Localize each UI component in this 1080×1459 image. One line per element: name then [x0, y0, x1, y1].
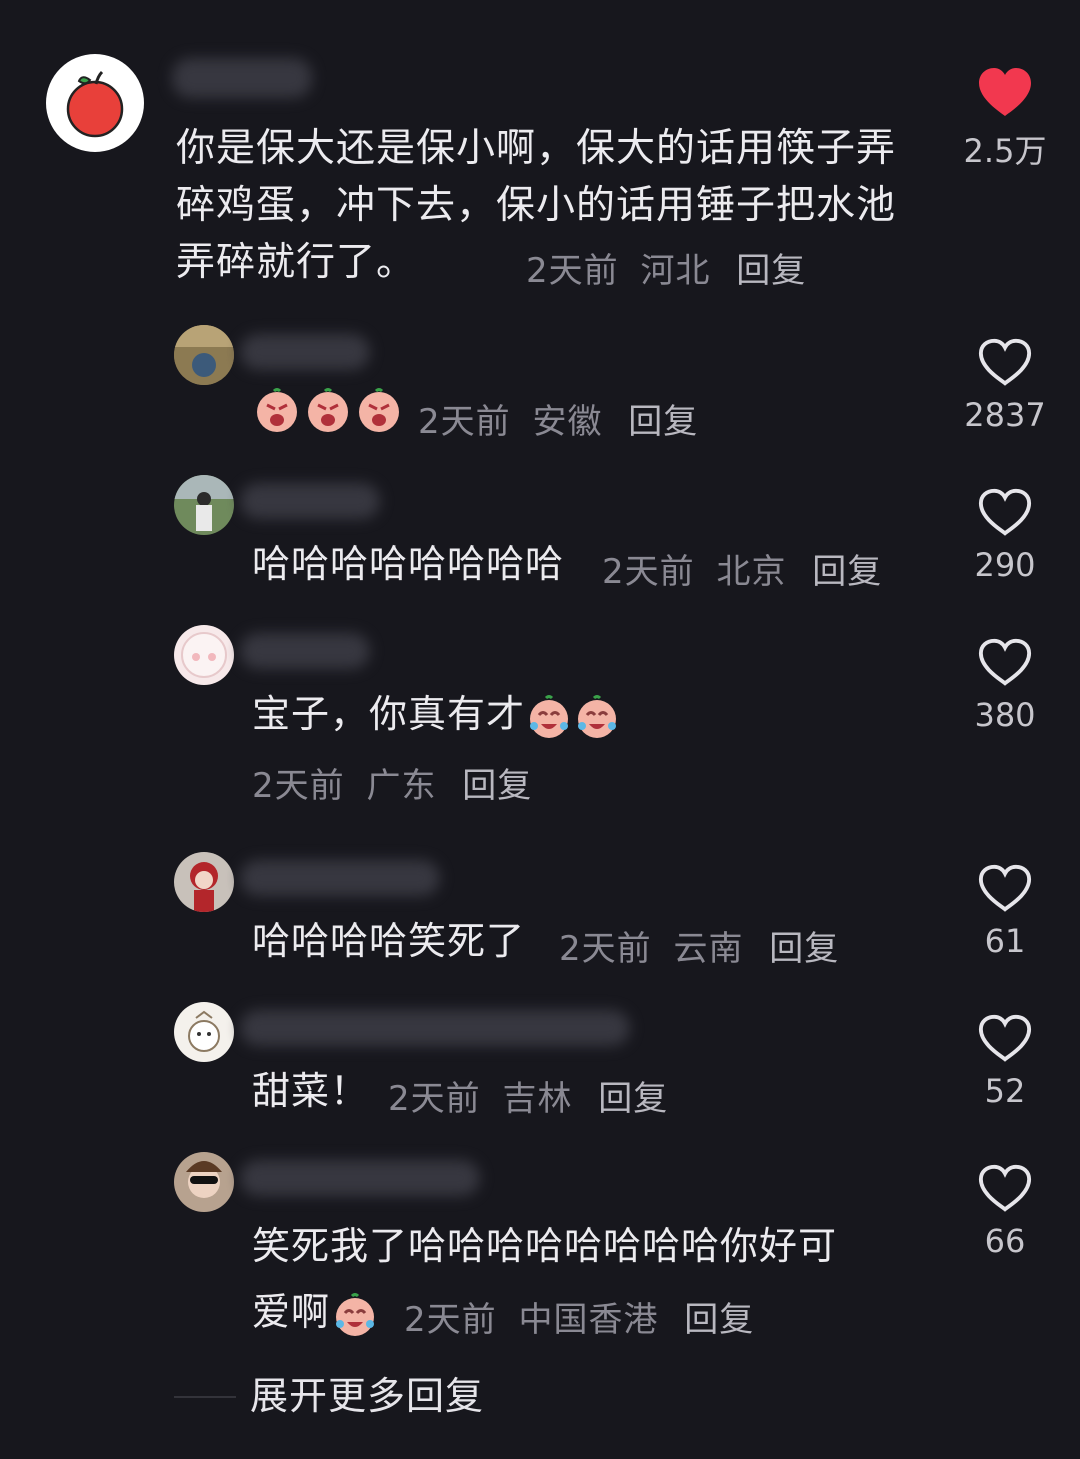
- heart-outline-icon: [978, 338, 1032, 386]
- profile-photo: [174, 1002, 234, 1062]
- profile-photo: [174, 325, 234, 385]
- laughing-crying-emoji-icon: [530, 694, 569, 738]
- like-count: 66: [984, 1222, 1026, 1260]
- like-count: 52: [984, 1072, 1026, 1110]
- comment-time: 2天前: [418, 402, 511, 442]
- reply-avatar[interactable]: [174, 625, 234, 685]
- like-button[interactable]: 52: [960, 1012, 1050, 1110]
- reply-meta: 2天前 中国香港 回复: [404, 1292, 754, 1341]
- heart-outline-icon: [978, 1164, 1032, 1212]
- comment-time: 2天前: [252, 766, 345, 806]
- divider-line: [174, 1396, 236, 1398]
- reply-username-blurred[interactable]: [240, 334, 370, 370]
- reply-emoji-row: [254, 387, 402, 433]
- reply-button[interactable]: 回复: [812, 552, 882, 592]
- reply-meta: 2天前 广东 回复: [252, 758, 532, 807]
- heart-outline-icon: [978, 1014, 1032, 1062]
- comment-location: 安徽: [532, 402, 603, 442]
- reply-button[interactable]: 回复: [628, 402, 698, 442]
- reply-avatar[interactable]: [174, 325, 234, 385]
- reply-username-blurred[interactable]: [240, 1010, 630, 1046]
- reply-text-content: 爱啊: [252, 1290, 331, 1334]
- like-button[interactable]: 380: [960, 636, 1050, 734]
- reply-button[interactable]: 回复: [598, 1079, 668, 1119]
- comment-location: 广东: [366, 766, 437, 806]
- reply-button[interactable]: 回复: [769, 929, 839, 969]
- profile-photo: [174, 625, 234, 685]
- comment-time: 2天前: [526, 251, 619, 291]
- main-avatar[interactable]: [46, 54, 144, 152]
- like-button[interactable]: 66: [960, 1162, 1050, 1260]
- heart-outline-icon: [978, 864, 1032, 912]
- reply-text-line1: 笑死我了哈哈哈哈哈哈哈哈你好可: [252, 1224, 838, 1268]
- like-button[interactable]: 61: [960, 862, 1050, 960]
- reply-username-blurred[interactable]: [240, 483, 380, 519]
- like-count: 61: [984, 922, 1026, 960]
- like-button[interactable]: 2837: [960, 336, 1050, 434]
- like-count: 290: [974, 546, 1036, 584]
- like-count: 2.5万: [963, 132, 1047, 170]
- expand-more-replies-button[interactable]: 展开更多回复: [250, 1368, 484, 1424]
- reply-avatar[interactable]: [174, 475, 234, 535]
- apple-icon: [66, 70, 124, 138]
- main-like-button[interactable]: 2.5万: [960, 66, 1050, 172]
- comment-time: 2天前: [602, 552, 695, 592]
- comment-location: 中国香港: [518, 1300, 659, 1340]
- comment-location: 云南: [673, 929, 744, 969]
- profile-photo: [174, 475, 234, 535]
- crying-emoji-icon: [257, 388, 297, 432]
- reply-text: 哈哈哈哈笑死了: [252, 919, 526, 963]
- reply-text: 甜菜！: [252, 1069, 370, 1113]
- reply-meta: 2天前 云南 回复: [559, 921, 839, 970]
- profile-photo: [174, 852, 234, 912]
- reply-text: 宝子，你真有才: [252, 686, 621, 742]
- reply-username-blurred[interactable]: [240, 633, 370, 669]
- reply-meta: 2天前 北京 回复: [602, 544, 882, 593]
- reply-username-blurred[interactable]: [240, 860, 440, 896]
- profile-photo: [174, 1152, 234, 1212]
- reply-button[interactable]: 回复: [462, 766, 532, 806]
- heart-outline-icon: [978, 638, 1032, 686]
- like-button[interactable]: 290: [960, 486, 1050, 584]
- reply-avatar[interactable]: [174, 1152, 234, 1212]
- comment-time: 2天前: [388, 1079, 481, 1119]
- reply-meta: 2天前 吉林 回复: [388, 1071, 668, 1120]
- like-count: 2837: [964, 396, 1046, 434]
- reply-text-content: 宝子，你真有才: [252, 692, 526, 736]
- crying-emoji-icon: [308, 388, 349, 432]
- heart-outline-icon: [978, 488, 1032, 536]
- reply-meta: 2天前 安徽 回复: [418, 394, 698, 443]
- reply-text-line2: 爱啊: [252, 1284, 380, 1340]
- comment-time: 2天前: [559, 929, 652, 969]
- laughing-crying-emoji-icon: [336, 1292, 375, 1336]
- main-username-blurred[interactable]: [172, 58, 312, 98]
- reply-button[interactable]: 回复: [684, 1300, 754, 1340]
- heart-filled-icon: [979, 68, 1031, 116]
- main-comment-meta: 2天前 河北 回复: [526, 243, 806, 292]
- reply-username-blurred[interactable]: [240, 1160, 480, 1196]
- comment-time: 2天前: [404, 1300, 497, 1340]
- comment-location: 吉林: [502, 1079, 573, 1119]
- comment-location: 河北: [640, 251, 711, 291]
- comment-location: 北京: [716, 552, 787, 592]
- laughing-crying-emoji-icon: [578, 694, 617, 738]
- reply-text: 哈哈哈哈哈哈哈哈: [252, 542, 565, 586]
- reply-button[interactable]: 回复: [736, 251, 806, 291]
- reply-avatar[interactable]: [174, 852, 234, 912]
- like-count: 380: [974, 696, 1036, 734]
- reply-avatar[interactable]: [174, 1002, 234, 1062]
- crying-emoji-icon: [359, 388, 400, 432]
